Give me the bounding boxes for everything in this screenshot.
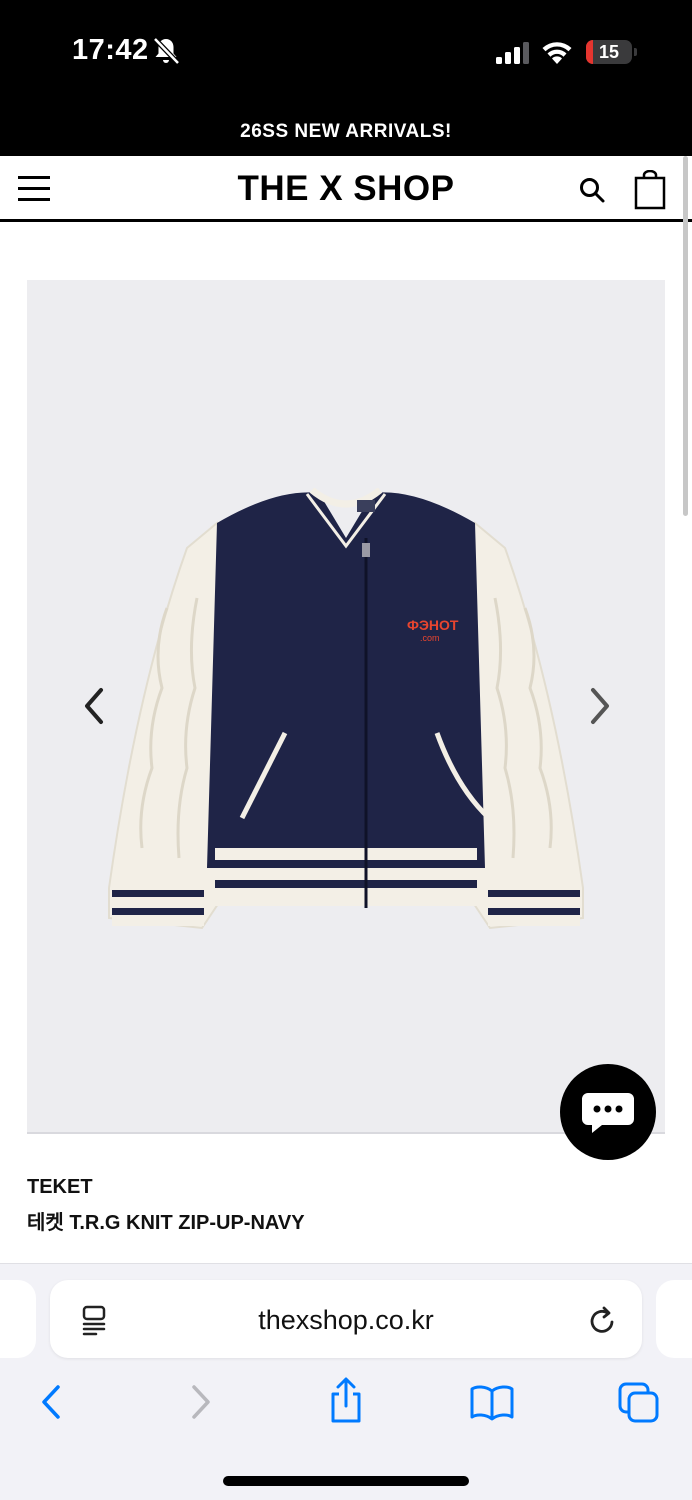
page-scrollbar[interactable] xyxy=(683,156,688,516)
hamburger-menu-icon[interactable] xyxy=(18,176,50,202)
promo-banner[interactable]: 26SS NEW ARRIVALS! xyxy=(0,108,692,156)
status-bar: 17:42 15 xyxy=(0,0,692,108)
status-time: 17:42 xyxy=(72,34,149,66)
cellular-signal-icon xyxy=(496,42,529,64)
chevron-right-icon[interactable] xyxy=(579,682,619,730)
chat-bubble-icon xyxy=(582,1093,634,1133)
battery-level-text: 15 xyxy=(598,42,620,62)
home-indicator xyxy=(223,1476,469,1486)
chat-button[interactable] xyxy=(560,1064,656,1160)
bookmarks-icon[interactable] xyxy=(468,1382,516,1422)
product-brand[interactable]: TEKET xyxy=(27,1176,93,1199)
svg-text:.com: .com xyxy=(420,633,440,643)
share-icon[interactable] xyxy=(326,1376,366,1424)
product-image-carousel[interactable]: ФЭНОТ .com xyxy=(27,280,665,1132)
battery-icon: 15 xyxy=(586,40,632,64)
address-url: thexshop.co.kr xyxy=(258,1305,434,1335)
forward-arrow-icon[interactable] xyxy=(186,1382,216,1422)
search-icon[interactable] xyxy=(578,176,606,204)
bell-slash-icon xyxy=(153,37,180,65)
browser-toolbar: thexshop.co.kr xyxy=(0,1263,692,1500)
reader-mode-icon[interactable] xyxy=(80,1304,108,1336)
reload-icon[interactable] xyxy=(588,1304,618,1336)
tabs-icon[interactable] xyxy=(616,1380,662,1424)
shopping-bag-icon[interactable] xyxy=(634,170,666,210)
previous-tab-preview[interactable] xyxy=(0,1280,36,1358)
address-bar[interactable]: thexshop.co.kr xyxy=(50,1280,642,1358)
product-title[interactable]: 테켓 T.R.G KNIT ZIP-UP-NAVY xyxy=(27,1206,305,1235)
wifi-icon xyxy=(542,42,572,64)
chevron-left-icon[interactable] xyxy=(75,682,115,730)
site-header: THE X SHOP xyxy=(0,156,692,222)
battery-nub xyxy=(634,48,637,56)
product-photo: ФЭНОТ .com xyxy=(108,488,584,930)
svg-text:ФЭНОТ: ФЭНОТ xyxy=(407,617,459,633)
back-arrow-icon[interactable] xyxy=(36,1382,66,1422)
next-tab-preview[interactable] xyxy=(656,1280,692,1358)
